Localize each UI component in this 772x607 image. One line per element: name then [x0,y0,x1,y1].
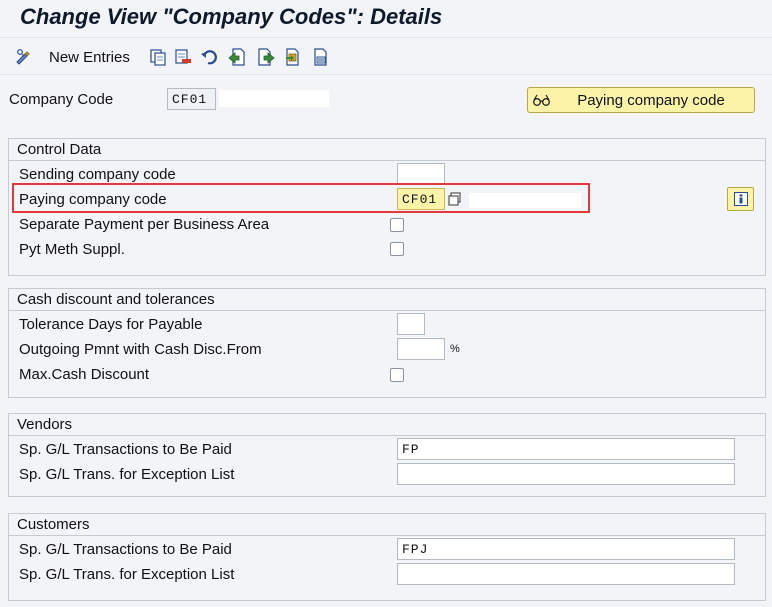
paying-company-button-label: Paying company code [577,91,725,109]
vendors-sp-gl-exception-label: Sp. G/L Trans. for Exception List [19,466,235,483]
copy-icon [150,49,166,66]
cash-discount-title: Cash discount and tolerances [17,291,215,308]
display-change-icon [16,49,30,65]
pyt-meth-suppl-label: Pyt Meth Suppl. [19,241,125,258]
customers-title: Customers [17,516,90,533]
print-button[interactable] [311,45,331,69]
next-entry-icon [258,48,275,66]
delete-icon [175,49,191,64]
company-code-field: CF01 [167,88,216,110]
vendors-title: Vendors [17,416,73,433]
sending-company-code-field[interactable] [397,163,445,185]
separate-payment-checkbox[interactable] [390,218,404,232]
separate-payment-label: Separate Payment per Business Area [19,216,270,233]
highlight-box [12,183,590,213]
select-all-icon [286,48,299,66]
next-entry-button[interactable] [256,45,276,69]
new-entries-button[interactable]: New Entries [49,45,130,69]
tolerance-days-label: Tolerance Days for Payable [19,316,203,333]
max-cash-discount-checkbox[interactable] [390,368,404,382]
info-icon [733,192,748,206]
company-code-label: Company Code [9,91,114,108]
title-bar: Change View "Company Codes": Details [0,0,772,38]
display-change-button[interactable] [14,45,34,69]
toolbar: New Entries [0,39,772,75]
delete-button[interactable] [173,45,193,69]
outgoing-pmnt-label: Outgoing Pmnt with Cash Disc.From [19,341,262,358]
paying-company-code-button[interactable]: Paying company code [527,87,755,113]
tolerance-days-field[interactable] [397,313,425,335]
customers-sp-gl-exception-label: Sp. G/L Trans. for Exception List [19,566,235,583]
company-name-field [219,90,329,107]
vendors-sp-gl-exception-field[interactable] [397,463,735,485]
control-data-title: Control Data [17,141,102,158]
sending-company-code-label: Sending company code [19,166,176,183]
max-cash-discount-label: Max.Cash Discount [19,366,150,383]
vendors-header: Vendors [9,414,765,436]
print-icon [314,48,327,66]
percent-sign: % [450,343,460,355]
customers-sp-gl-paid-field[interactable]: FPJ [397,538,735,560]
customers-header: Customers [9,514,765,536]
undo-icon [201,50,217,65]
vendors-sp-gl-paid-label: Sp. G/L Transactions to Be Paid [19,441,232,458]
select-all-button[interactable] [283,45,303,69]
control-data-header: Control Data [9,139,765,161]
previous-entry-button[interactable] [227,45,247,69]
undo-button[interactable] [199,45,219,69]
new-entries-label: New Entries [49,48,130,66]
vendors-sp-gl-paid-field[interactable]: FP [397,438,735,460]
glasses-icon [533,94,550,106]
outgoing-pmnt-field[interactable] [397,338,445,360]
customers-sp-gl-exception-field[interactable] [397,563,735,585]
page-title: Change View "Company Codes": Details [20,4,443,29]
pyt-meth-suppl-checkbox[interactable] [390,242,404,256]
info-button[interactable] [727,187,754,211]
customers-sp-gl-paid-label: Sp. G/L Transactions to Be Paid [19,541,232,558]
previous-entry-icon [228,48,245,66]
cash-discount-header: Cash discount and tolerances [9,289,765,311]
copy-button[interactable] [148,45,168,69]
